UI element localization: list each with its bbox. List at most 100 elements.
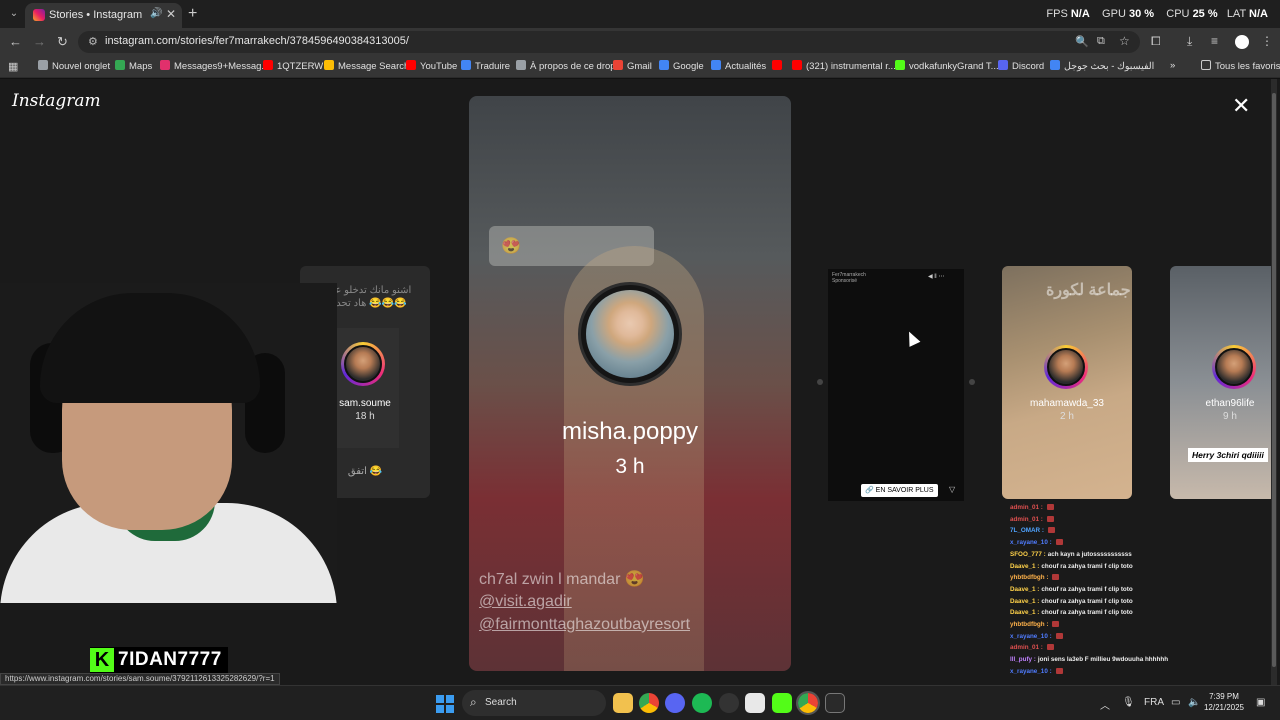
chat-username: Daave_1 : — [1010, 585, 1040, 593]
volume-icon[interactable]: 🔈 — [1188, 697, 1200, 708]
instagram-favicon-icon — [33, 9, 45, 21]
story-username: mahamawda_33 — [1030, 398, 1104, 409]
bookmark-star-icon[interactable]: ☆ — [1119, 34, 1130, 48]
bookmark-item[interactable]: 1QTZERW — [263, 60, 323, 72]
chat-username: SFOO_777 : — [1010, 550, 1046, 558]
bookmark-item[interactable]: Nouvel onglet — [38, 60, 110, 72]
site-info-icon[interactable]: ⚙ — [88, 35, 98, 48]
chat-message: admin_01 : — [1010, 502, 1210, 514]
chrome-icon[interactable] — [639, 693, 659, 713]
profile-avatar-icon[interactable] — [1235, 35, 1249, 49]
ad-controls-icon[interactable]: ◀ ‖ ⋯ — [928, 273, 944, 280]
reload-icon[interactable]: ↻ — [57, 34, 68, 50]
bookmark-item[interactable]: Traduire — [461, 60, 510, 72]
google-icon — [659, 60, 669, 70]
taskbar-clock[interactable]: 7:39 PM 12/21/2025 — [1200, 691, 1248, 713]
active-tab[interactable]: Stories • Instagram 🔊 ✕ — [25, 3, 182, 28]
back-arrow-icon[interactable]: ← — [9, 34, 22, 49]
chat-emote-icon — [1055, 632, 1063, 639]
avatar-ethan96life[interactable] — [1212, 345, 1256, 389]
tab-close-button[interactable]: ✕ — [166, 7, 176, 21]
microphone-icon[interactable]: 🎙 — [1122, 697, 1135, 708]
avatar-misha-poppy[interactable] — [578, 282, 682, 386]
story-mention[interactable]: @visit.agadir — [479, 593, 572, 611]
bookmark-item[interactable]: À propos de ce drop — [516, 60, 616, 72]
gmail-icon — [613, 60, 623, 70]
instagram-logo[interactable]: Instagram — [12, 91, 101, 111]
story-caption: Herry 3chiri qdiiiii — [1188, 448, 1268, 462]
close-stories-button[interactable]: ✕ — [1232, 95, 1250, 117]
discord-icon[interactable] — [665, 693, 685, 713]
bookmarks-bar: ▦ Nouvel onglet Maps Messages9+Messag...… — [0, 56, 1280, 78]
bookmark-item[interactable]: YouTube — [406, 60, 457, 72]
prev-story-indicator[interactable] — [817, 379, 823, 385]
fps-value: N/A — [1070, 8, 1090, 20]
story-mention[interactable]: @fairmonttaghazoutbayresort — [479, 616, 690, 634]
reading-list-icon[interactable]: ≡ — [1211, 34, 1218, 48]
browser-menu-icon[interactable]: ⋮ — [1261, 34, 1273, 48]
chat-text: chouf ra zahya trami f clip toto — [1041, 562, 1133, 570]
clock-date: 12/21/2025 — [1203, 703, 1245, 712]
main-story-time: 3 h — [615, 455, 645, 478]
bookmark-item[interactable] — [772, 60, 786, 72]
youtube-icon — [772, 60, 782, 70]
chat-username: x_rayane_10 : — [1010, 539, 1052, 547]
chat-username: admin_01 : — [1010, 644, 1043, 652]
chrome-active-icon[interactable] — [796, 691, 820, 715]
chat-username: Daave_1 : — [1010, 562, 1040, 570]
bookmark-item[interactable]: الفيسبوك - بحث جوجل — [1050, 60, 1154, 72]
new-tab-button[interactable]: + — [188, 5, 197, 23]
link-status-bubble: https://www.instagram.com/stories/sam.so… — [0, 673, 280, 685]
bookmark-item[interactable]: Messages9+Messag... — [160, 60, 269, 72]
network-icon[interactable]: ▭ — [1171, 697, 1180, 708]
page-scrollbar[interactable] — [1271, 79, 1277, 685]
file-explorer-icon[interactable] — [613, 693, 633, 713]
bookmark-item[interactable]: (321) instrumental r... — [792, 60, 896, 72]
chat-username: admin_01 : — [1010, 504, 1043, 511]
bookmark-item[interactable]: Message Search — [324, 60, 409, 72]
youtube-icon — [792, 60, 802, 70]
show-hidden-icons-chevron-icon[interactable]: ︿ — [1100, 697, 1110, 712]
obs-icon[interactable] — [719, 693, 739, 713]
audio-playing-icon[interactable]: 🔊 — [150, 8, 162, 19]
avatar-sam-soume[interactable] — [341, 342, 385, 386]
apps-grid-icon[interactable]: ▦ — [8, 60, 18, 73]
steam-icon[interactable] — [745, 693, 765, 713]
url-text[interactable]: instagram.com/stories/fer7marrakech/3784… — [105, 35, 409, 47]
address-bar[interactable]: ⚙ instagram.com/stories/fer7marrakech/37… — [78, 31, 1140, 53]
bookmark-item[interactable]: Discord — [998, 60, 1044, 72]
taskbar-search[interactable]: ⌕ Search — [462, 690, 606, 716]
bookmark-item[interactable]: Google — [659, 60, 704, 72]
zoom-icon[interactable]: 🔍 — [1075, 35, 1089, 48]
bookmark-item[interactable]: Actualités — [711, 60, 766, 72]
input-language[interactable]: FRA — [1144, 697, 1164, 708]
avatar-mahamawda[interactable] — [1044, 345, 1088, 389]
globe-icon — [516, 60, 526, 70]
epic-games-icon[interactable] — [825, 693, 845, 713]
chat-message: admin_01 : — [1010, 642, 1210, 654]
all-favorites-folder[interactable]: Tous les favoris — [1201, 60, 1280, 72]
install-app-icon[interactable]: ⧉ — [1097, 35, 1105, 48]
downloads-icon[interactable]: ⤓ — [1187, 34, 1192, 49]
windows-start-icon[interactable] — [436, 695, 454, 713]
bookmark-item[interactable]: Gmail — [613, 60, 652, 72]
next-story-indicator[interactable] — [969, 379, 975, 385]
chevron-down-icon[interactable]: ▽ — [949, 485, 955, 494]
spotify-icon[interactable] — [692, 693, 712, 713]
notification-icon[interactable]: ▣ — [1256, 697, 1265, 708]
kick-logo-icon: K — [90, 648, 114, 672]
bookmark-item[interactable]: vodkafunkyGrand T... — [895, 60, 999, 72]
clock-time: 7:39 PM — [1209, 692, 1239, 701]
extensions-icon[interactable]: ⧠ — [1151, 34, 1161, 49]
learn-more-button[interactable]: 🔗 EN SAVOIR PLUS — [861, 484, 938, 497]
sponsored-story-card[interactable]: Fer7marrakech Sponsorisé ◀ ‖ ⋯ 🔗 EN SAVOI… — [828, 269, 964, 501]
tab-list-button[interactable]: ⌄ — [5, 5, 23, 23]
kick-icon[interactable] — [772, 693, 792, 713]
bookmarks-overflow-button[interactable]: » — [1170, 60, 1175, 71]
chat-text: chouf ra zahya trami f clip toto — [1041, 585, 1133, 593]
cpu-value: 25 % — [1192, 8, 1218, 20]
forward-arrow-icon[interactable]: → — [33, 34, 46, 49]
bookmark-item[interactable]: Maps — [115, 60, 152, 72]
tab-strip: ⌄ Stories • Instagram 🔊 ✕ + FPS N/A GPU … — [0, 0, 1280, 28]
chat-emote-icon — [1052, 574, 1060, 581]
